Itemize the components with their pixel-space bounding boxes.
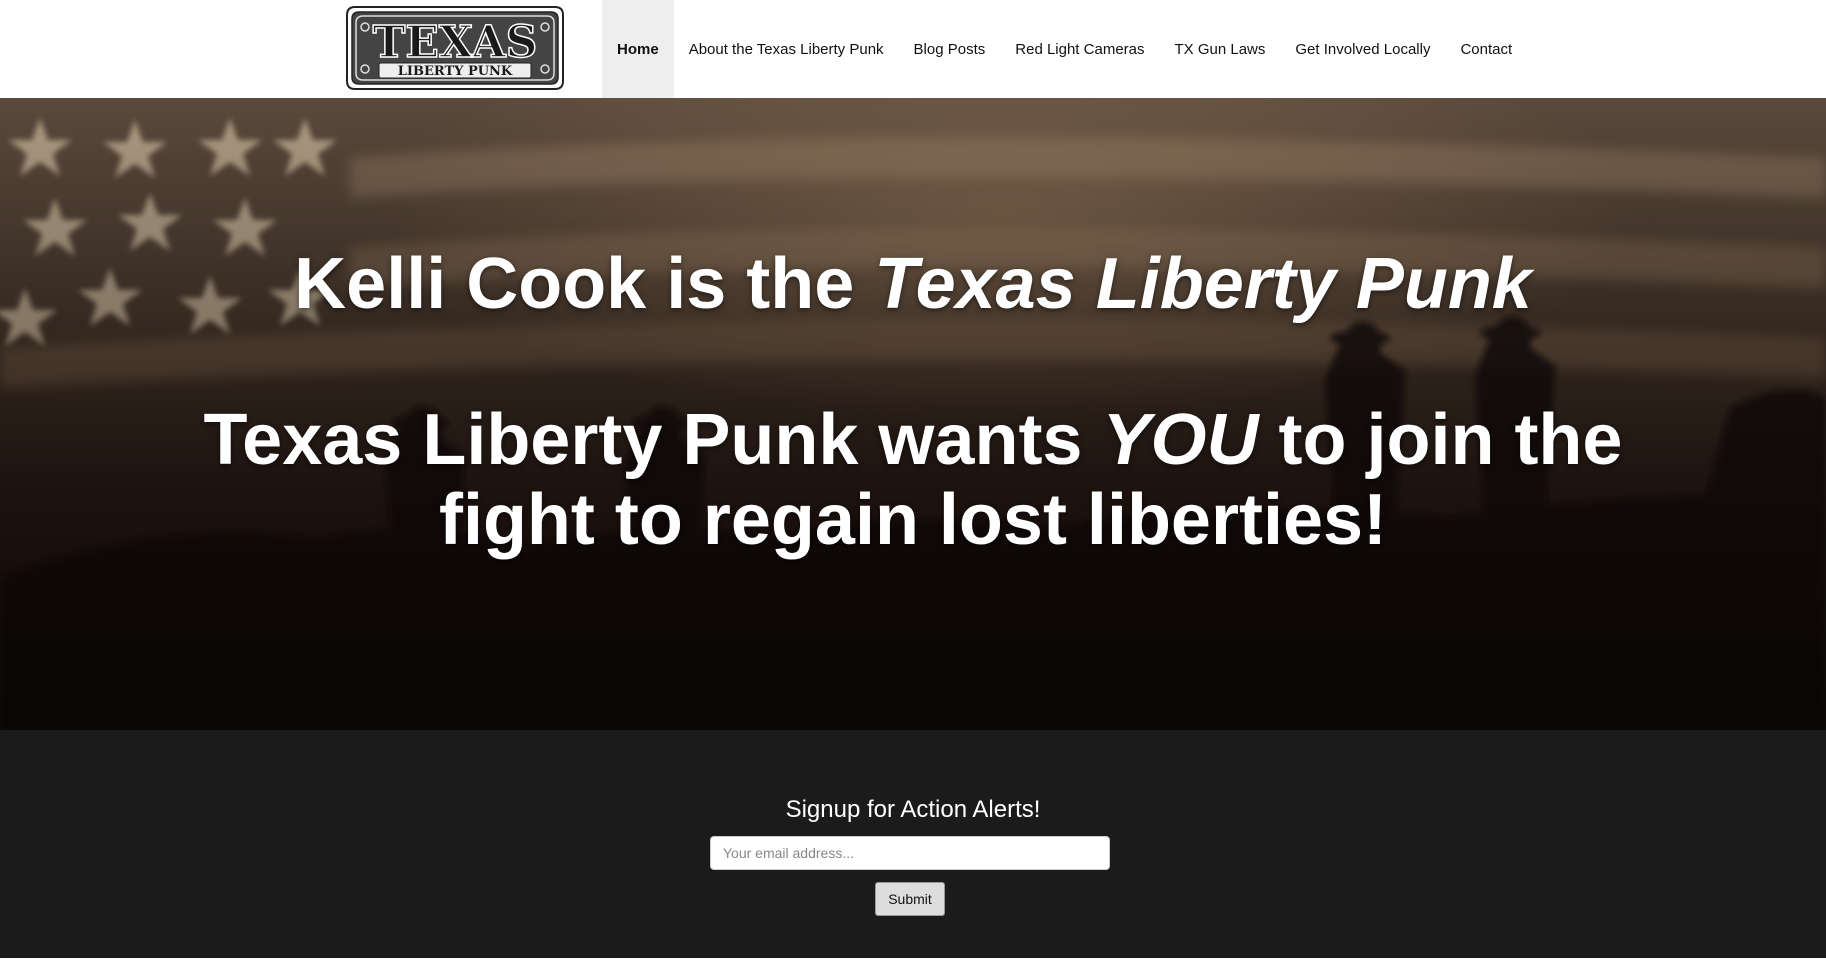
logo-text-texas: TEXAS — [373, 17, 538, 68]
signup-title: Signup for Action Alerts! — [785, 796, 1041, 823]
nav-about[interactable]: About the Texas Liberty Punk — [674, 0, 899, 98]
nav-contact[interactable]: Contact — [1445, 0, 1527, 98]
hero-headline: Kelli Cook is the Texas Liberty Punk — [0, 244, 1826, 324]
nav-home[interactable]: Home — [602, 0, 674, 98]
nav-tx-gun-laws[interactable]: TX Gun Laws — [1160, 0, 1281, 98]
logo-badge-icon: TEXAS LIBERTY PUNK — [346, 6, 564, 90]
hero-headline-italic: Texas Liberty Punk — [874, 244, 1532, 324]
hero-subheadline: Texas Liberty Punk wants YOU to join the… — [0, 400, 1826, 560]
email-field[interactable] — [710, 836, 1110, 870]
hero-subheadline-part-a: Texas Liberty Punk wants — [203, 400, 1103, 480]
nav-blog-posts[interactable]: Blog Posts — [899, 0, 1001, 98]
site-header: TEXAS LIBERTY PUNK Home About the Texas … — [0, 0, 1826, 98]
main-nav: Home About the Texas Liberty Punk Blog P… — [602, 0, 1527, 98]
hero-headline-plain: Kelli Cook is the — [294, 244, 875, 324]
submit-button[interactable]: Submit — [875, 882, 945, 916]
nav-get-involved[interactable]: Get Involved Locally — [1280, 0, 1445, 98]
nav-red-light-cameras[interactable]: Red Light Cameras — [1000, 0, 1159, 98]
logo-text-liberty-punk: LIBERTY PUNK — [398, 64, 513, 79]
hero-subheadline-italic: YOU — [1102, 400, 1259, 480]
signup-section: Signup for Action Alerts! Submit — [0, 730, 1826, 958]
hero-banner: Kelli Cook is the Texas Liberty Punk Tex… — [0, 98, 1826, 730]
site-logo[interactable]: TEXAS LIBERTY PUNK — [345, 5, 565, 91]
